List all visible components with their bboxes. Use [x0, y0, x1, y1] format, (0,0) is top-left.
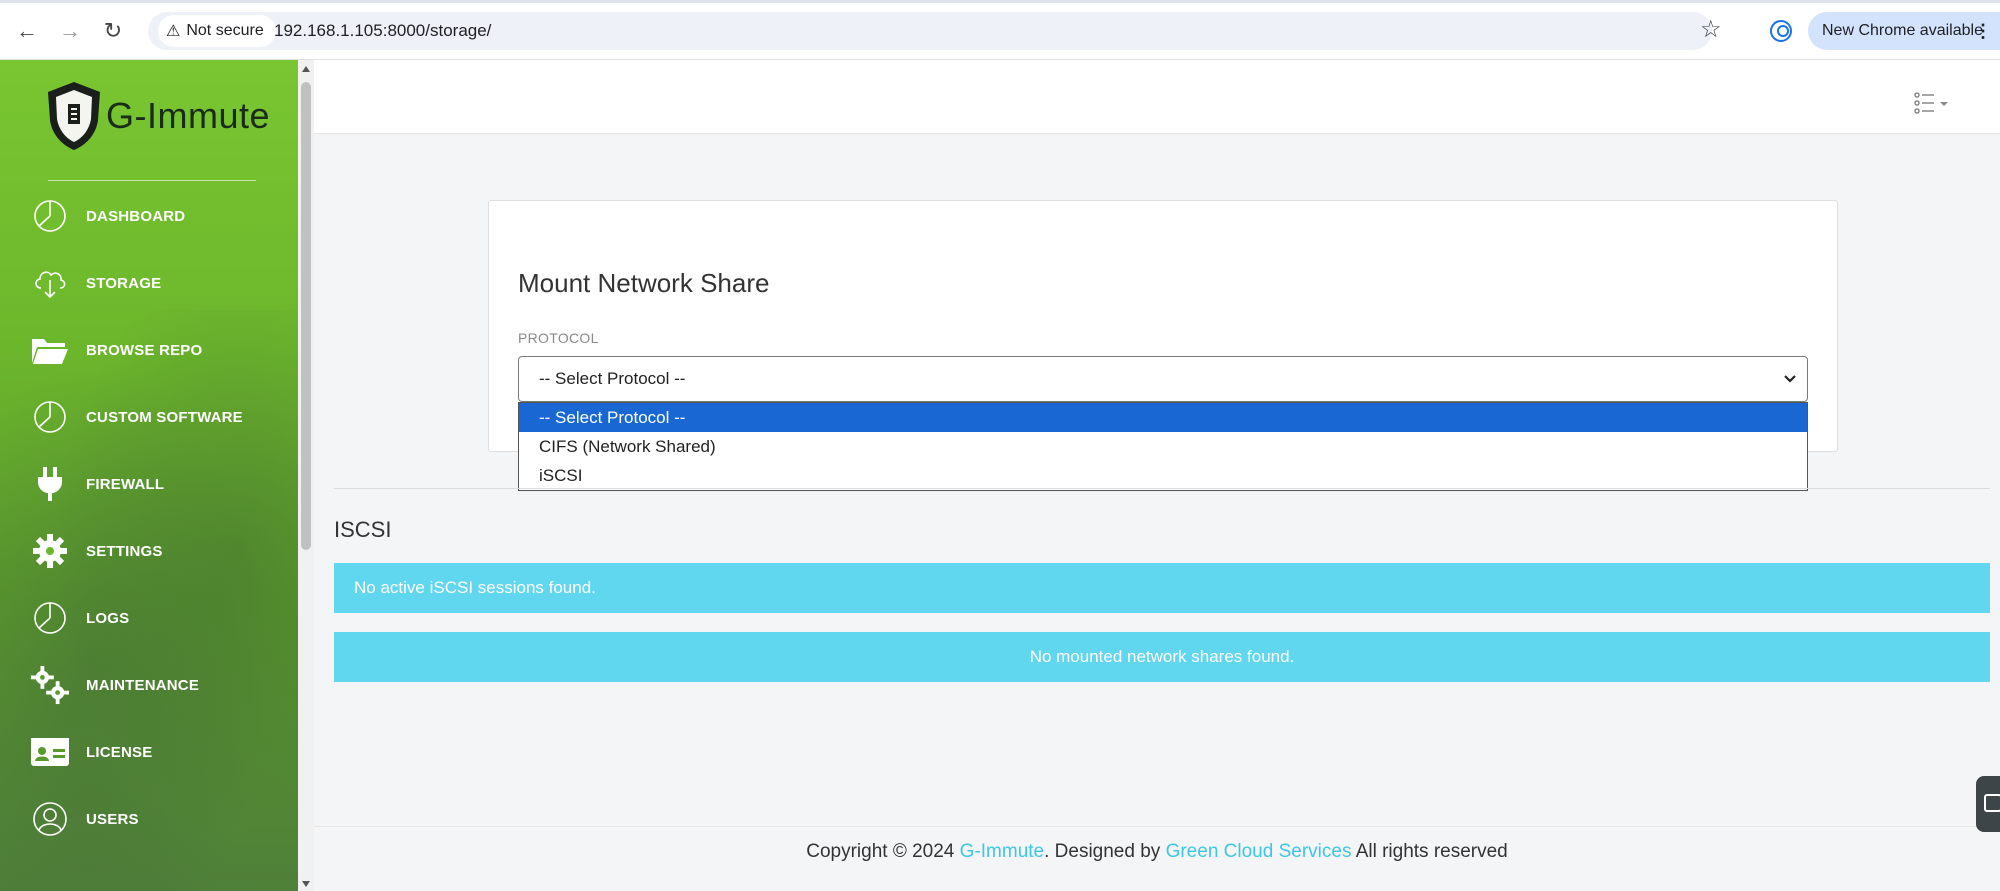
gear-icon: [30, 531, 70, 571]
sidebar: G-Immute DASHBOARD STORAGE BROWSE REPO C…: [0, 60, 298, 891]
scrollbar-thumb[interactable]: [301, 82, 311, 550]
protocol-selected-value: -- Select Protocol --: [539, 369, 686, 388]
designed-by-text: . Designed by: [1044, 841, 1161, 862]
bookmark-star-icon[interactable]: ☆: [1700, 13, 1722, 47]
protocol-label: PROTOCOL: [518, 330, 599, 346]
scroll-up-icon[interactable]: [302, 66, 310, 72]
sidebar-item-label: USERS: [86, 810, 139, 828]
sidebar-item-users[interactable]: USERS: [0, 791, 298, 847]
list-menu-toggle-icon[interactable]: [1914, 92, 1950, 114]
scroll-down-icon[interactable]: [302, 881, 310, 887]
url-text[interactable]: 192.168.1.105:8000/storage/: [274, 12, 491, 50]
protocol-option[interactable]: iSCSI: [519, 461, 1807, 490]
brand-logo[interactable]: G-Immute: [44, 80, 270, 152]
chrome-update-label: New Chrome available: [1822, 22, 1983, 39]
rights-text: All rights reserved: [1355, 841, 1508, 862]
sidebar-item-logs[interactable]: LOGS: [0, 590, 298, 646]
user-circle-icon: [30, 799, 70, 839]
tab-strip-edge: [0, 0, 2000, 3]
sidebar-item-label: MAINTENANCE: [86, 676, 200, 694]
sidebar-item-storage[interactable]: STORAGE: [0, 255, 298, 311]
sidebar-item-label: FIREWALL: [86, 475, 165, 493]
kebab-menu-icon[interactable]: ⋮: [1974, 12, 1992, 50]
sidebar-item-browse-repo[interactable]: BROWSE REPO: [0, 322, 298, 378]
chrome-update-button[interactable]: New Chrome available ⋮: [1808, 12, 2000, 50]
protocol-option[interactable]: -- Select Protocol --: [519, 403, 1807, 432]
sidebar-item-firewall[interactable]: FIREWALL: [0, 456, 298, 512]
sidebar-item-label: BROWSE REPO: [86, 341, 203, 359]
protocol-option[interactable]: CIFS (Network Shared): [519, 432, 1807, 461]
plug-icon: [30, 464, 70, 504]
pie-chart-icon: [30, 196, 70, 236]
warning-icon: ⚠: [166, 23, 181, 40]
sidebar-item-label: DASHBOARD: [86, 207, 186, 225]
sidebar-item-custom-software[interactable]: CUSTOM SOFTWARE: [0, 389, 298, 445]
security-label: Not secure: [186, 22, 264, 39]
card-title: Mount Network Share: [518, 268, 770, 298]
brand-name: G-Immute: [106, 95, 271, 136]
sidebar-item-label: STORAGE: [86, 274, 162, 292]
sidebar-item-license[interactable]: LICENSE: [0, 724, 298, 780]
brand-link[interactable]: G-Immute: [960, 841, 1044, 862]
protocol-select[interactable]: -- Select Protocol --: [518, 356, 1808, 402]
company-link[interactable]: Green Cloud Services: [1166, 841, 1352, 862]
protocol-dropdown: -- Select Protocol -- CIFS (Network Shar…: [518, 402, 1808, 491]
sidebar-item-label: CUSTOM SOFTWARE: [86, 408, 243, 426]
shares-empty-alert: No mounted network shares found.: [334, 632, 1990, 682]
copyright-text: Copyright © 2024: [806, 841, 955, 862]
iscsi-empty-alert: No active iSCSI sessions found.: [334, 563, 1990, 613]
gears-icon: [30, 665, 70, 705]
sidebar-item-dashboard[interactable]: DASHBOARD: [0, 188, 298, 244]
pie-chart-icon: [30, 397, 70, 437]
cloud-download-icon: [30, 263, 70, 303]
chat-widget-button[interactable]: [1976, 776, 2000, 832]
sidebar-item-label: LICENSE: [86, 743, 153, 761]
security-chip[interactable]: ⚠ Not secure: [158, 15, 276, 47]
profile-icon[interactable]: [1770, 20, 1792, 42]
back-icon[interactable]: ←: [14, 18, 40, 44]
folder-open-icon: [30, 330, 70, 370]
sidebar-divider: [48, 180, 256, 181]
pie-chart-icon: [30, 598, 70, 638]
shield-logo-icon: [44, 80, 104, 152]
sidebar-item-maintenance[interactable]: MAINTENANCE: [0, 657, 298, 713]
top-navbar: [314, 60, 2000, 134]
section-divider: [334, 488, 1990, 489]
sidebar-item-label: LOGS: [86, 609, 130, 627]
browser-toolbar: ← → ↻ ⚠ Not secure 192.168.1.105:8000/st…: [0, 0, 2000, 60]
sidebar-item-label: SETTINGS: [86, 542, 163, 560]
iscsi-section-title: ISCSI: [334, 517, 392, 542]
sidebar-item-settings[interactable]: SETTINGS: [0, 523, 298, 579]
address-bar[interactable]: ⚠ Not secure 192.168.1.105:8000/storage/: [148, 12, 1712, 50]
sidebar-scrollbar[interactable]: [298, 60, 314, 891]
footer: Copyright © 2024 G-Immute. Designed by G…: [314, 826, 2000, 891]
footer-text: Copyright © 2024 G-Immute. Designed by G…: [314, 841, 2000, 863]
id-card-icon: [30, 732, 70, 772]
forward-icon[interactable]: →: [57, 18, 83, 44]
reload-icon[interactable]: ↻: [100, 18, 126, 44]
